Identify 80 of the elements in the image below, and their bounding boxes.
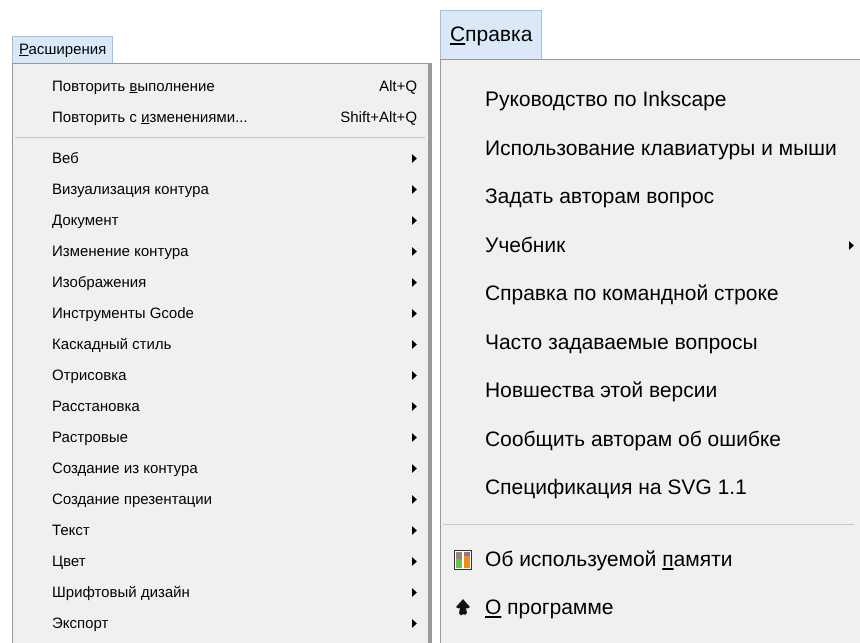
menu-item[interactable]: Экспорт [13,608,431,639]
memory-bars-icon [454,550,472,570]
menu-item-label: О программе [485,596,614,620]
menu-item[interactable]: Визуализация контура [13,174,431,205]
submenu-arrow-icon [412,557,417,566]
menu-item-label: Шрифтовый дизайн [52,584,191,601]
submenu-arrow-icon [412,185,417,194]
menu-item-label: Цвет [52,553,87,570]
menu-item[interactable]: Спецификация на SVG 1.1 [441,464,860,512]
menu-title[interactable]: Справка [440,10,542,59]
menu-item-label: Создание презентации [52,491,214,508]
menu-item[interactable]: Повторить выполнение Alt+Q [13,71,431,102]
submenu-arrow-icon [412,619,417,628]
submenu-arrow-icon [412,154,417,163]
submenu-arrow-icon [412,340,417,349]
menu-item-label: Руководство по Inkscape [485,88,728,112]
menu-item-label: Каскадный стиль [52,336,172,353]
submenu-arrow-icon [412,402,417,411]
menu-item-label: Об используемой памяти [485,548,734,572]
menu-item-label: Часто задаваемые вопросы [485,330,759,355]
menu-item-label: Инструменты Gcode [52,305,195,322]
menu-item[interactable]: Задать авторам вопрос [441,173,860,222]
menu-item-label: Изображения [52,274,148,291]
menu-item[interactable]: Шрифтовый дизайн [13,577,431,608]
menu-item[interactable]: Каскадный стиль [13,329,431,360]
menu-item-label: Учебник [485,234,566,258]
menu-item-label: Документ [52,212,120,229]
menu-item-label: Экспорт [52,615,110,632]
menu-item-label: Отрисовка [52,367,128,384]
menu-title[interactable]: Расширения [12,36,114,63]
submenu-arrow-icon [412,309,417,318]
menu-item[interactable]: Справка по командной строке [441,270,860,318]
submenu-arrow-icon [412,588,417,597]
submenu-arrow-icon [412,495,417,504]
submenu-arrow-icon [412,371,417,380]
menu-item-label: Новшества этой версии [485,379,718,404]
menu-item[interactable]: Новшества этой версии [441,367,860,416]
menu-item[interactable]: Цвет [13,546,431,577]
menu-item-label: Спецификация на SVG 1.1 [485,476,748,500]
menu-item[interactable]: О программе [441,584,860,632]
submenu-arrow-icon [412,216,417,225]
menu-item[interactable]: Создание из контура [13,453,431,484]
submenu-arrow-icon [412,526,417,535]
shortcut-text: Shift+Alt+Q [340,109,417,126]
menu-item[interactable]: Об используемой памяти [441,536,860,584]
menu-item[interactable]: Учебник [441,222,860,270]
menu-item-label: Текст [52,522,91,539]
menu-item[interactable]: Использование клавиатуры и мыши [441,124,860,173]
menu-item[interactable]: Создание презентации [13,484,431,515]
menu-item-label: Справка по командной строке [485,282,780,306]
menu-item[interactable]: Изображения [13,267,431,298]
submenu-arrow-icon [412,247,417,256]
menu-item[interactable]: Текст [13,515,431,546]
submenu-arrow-icon [412,433,417,442]
menu-item[interactable]: Инструменты Gcode [13,298,431,329]
menu-item[interactable]: Отрисовка [13,360,431,391]
menu-item-label: Задать авторам вопрос [485,185,716,210]
menu-item-label: Веб [52,150,80,167]
menu-item-label: Сообщить авторам об ошибке [485,428,782,452]
menu-item-label: Расстановка [52,398,141,415]
menu-item[interactable]: Руководство по Inkscape [441,76,860,124]
menu-item-label: Использование клавиатуры и мыши [485,136,838,161]
submenu-arrow-icon [412,278,417,287]
menu-item-label: Растровые [52,429,129,446]
menu-item[interactable]: Повторить с изменениями... Shift+Alt+Q [13,102,431,133]
menu-item-label: Повторить выполнение [52,78,216,95]
menu-item-label: Изменение контура [52,243,190,260]
menu-item[interactable]: Изменение контура [13,236,431,267]
menu-item[interactable]: Растровые [13,422,431,453]
menu-item[interactable]: Веб [13,143,431,174]
menu-item[interactable]: Часто задаваемые вопросы [441,318,860,367]
shortcut-text: Alt+Q [379,78,417,95]
menu-item-label: Повторить с изменениями... [52,109,249,126]
menu-item[interactable]: Сообщить авторам об ошибке [441,416,860,464]
submenu-arrow-icon [412,464,417,473]
menu-item-label: Создание из контура [52,460,199,477]
submenu-arrow-icon [849,241,854,250]
menu-item-label: Визуализация контура [52,181,210,198]
menu-item[interactable]: Расстановка [13,391,431,422]
menu-item[interactable]: Документ [13,205,431,236]
